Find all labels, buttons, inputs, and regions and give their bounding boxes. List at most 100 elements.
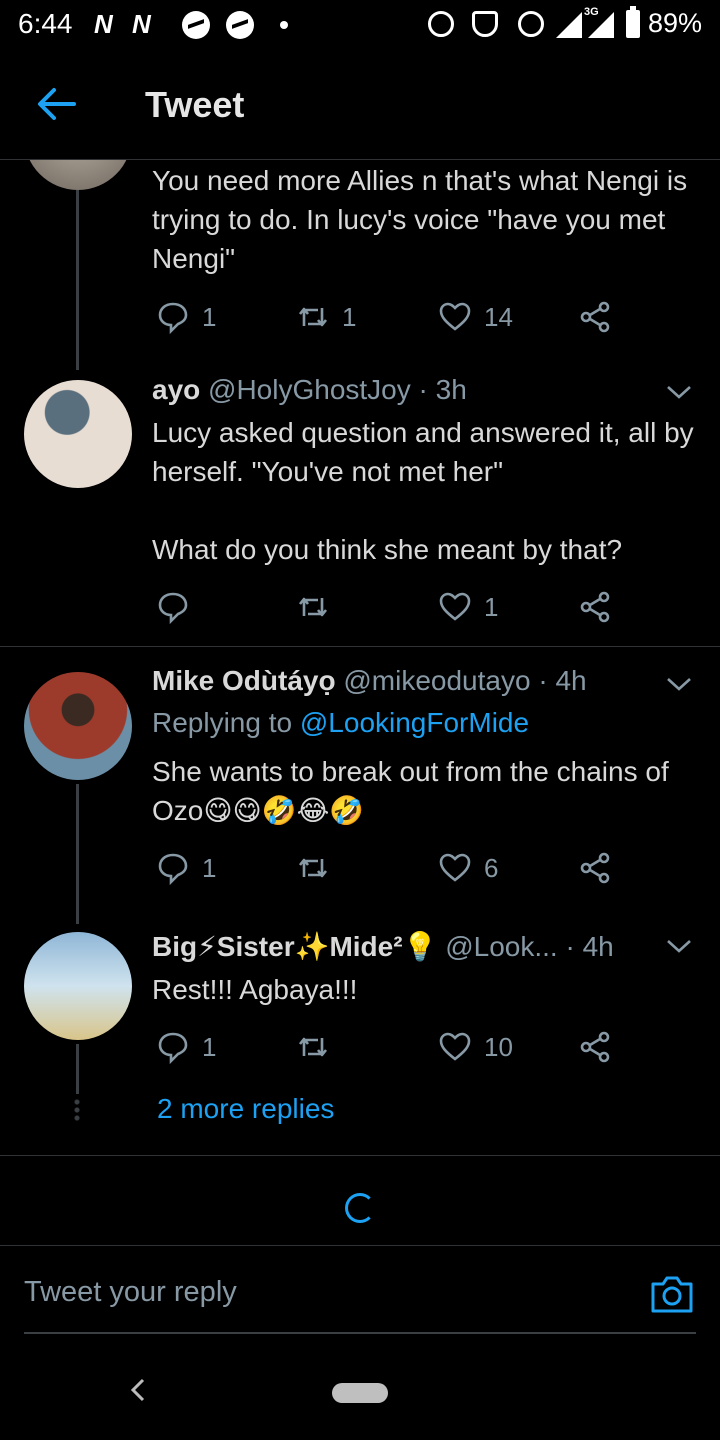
timestamp: · 4h bbox=[538, 665, 587, 696]
timestamp: · 3h bbox=[418, 374, 467, 405]
handle[interactable]: @mikeodutayo bbox=[343, 665, 530, 696]
reply-icon bbox=[158, 302, 188, 334]
timestamp: · 4h bbox=[565, 931, 614, 962]
tweet-text: Rest!!! Agbaya!!! bbox=[152, 974, 358, 1005]
nav-back-icon[interactable] bbox=[128, 1377, 148, 1403]
retweet-button[interactable] bbox=[296, 1027, 342, 1067]
retweet-icon bbox=[298, 597, 328, 617]
notifications-muted-icon bbox=[472, 11, 498, 37]
chevron-down-icon[interactable] bbox=[666, 676, 692, 692]
notification-n-icons: N N bbox=[94, 9, 157, 39]
chevron-down-icon[interactable] bbox=[666, 938, 692, 954]
heart-icon bbox=[439, 853, 471, 882]
retweet-icon bbox=[298, 858, 328, 878]
like-count: 1 bbox=[484, 591, 499, 622]
retweet-count: 1 bbox=[342, 301, 357, 332]
avatar[interactable] bbox=[24, 932, 132, 1040]
status-bar: 6:44 N N 3G 89% bbox=[0, 0, 720, 50]
reply-composer: Tweet your reply bbox=[0, 1245, 720, 1345]
more-notifications-dot bbox=[280, 21, 288, 29]
messenger-icon bbox=[226, 11, 254, 39]
handle[interactable]: @Look... bbox=[445, 931, 557, 962]
battery-percent: 89% bbox=[648, 8, 703, 38]
thread-dots bbox=[74, 1098, 80, 1122]
retweet-button[interactable] bbox=[296, 587, 342, 627]
nav-home-pill[interactable] bbox=[332, 1383, 388, 1403]
replying-prefix: Replying to bbox=[152, 707, 293, 738]
reply-icon bbox=[158, 592, 188, 624]
like-count: 10 bbox=[484, 1031, 513, 1062]
share-button[interactable] bbox=[578, 297, 612, 337]
share-icon bbox=[580, 591, 610, 623]
reply-button[interactable]: 1 bbox=[156, 297, 216, 337]
divider bbox=[0, 646, 720, 647]
reply-underline bbox=[24, 1332, 696, 1334]
like-button[interactable]: 1 bbox=[438, 587, 498, 627]
retweet-icon bbox=[298, 307, 328, 327]
display-name[interactable]: ayo bbox=[152, 374, 200, 405]
like-button[interactable]: 10 bbox=[438, 1027, 513, 1067]
network-label: 3G bbox=[584, 6, 599, 18]
like-button[interactable]: 6 bbox=[438, 848, 498, 888]
back-arrow-icon[interactable] bbox=[36, 86, 76, 122]
reply-count: 1 bbox=[202, 301, 217, 332]
thread-line bbox=[76, 784, 79, 924]
tweet-actions: 1 bbox=[156, 587, 636, 627]
tweet-meta: Mike Odùtáyọ @mikeodutayo · 4h bbox=[152, 665, 587, 697]
share-button[interactable] bbox=[578, 1027, 612, 1067]
replying-handle-link[interactable]: @LookingForMide bbox=[300, 707, 529, 738]
share-icon bbox=[580, 852, 610, 884]
camera-icon[interactable] bbox=[650, 1274, 694, 1314]
system-nav-bar bbox=[0, 1345, 720, 1440]
retweet-button[interactable] bbox=[296, 848, 342, 888]
share-icon bbox=[580, 301, 610, 333]
tweet-actions: 1 10 bbox=[156, 1027, 636, 1067]
do-not-disturb-icon bbox=[518, 11, 544, 37]
avatar[interactable] bbox=[24, 380, 132, 488]
heart-icon bbox=[439, 1032, 471, 1061]
page-title: Tweet bbox=[145, 84, 245, 125]
reply-count: 1 bbox=[202, 1031, 217, 1062]
retweet-icon bbox=[298, 1037, 328, 1057]
loading-spinner-icon bbox=[345, 1193, 375, 1223]
heart-icon bbox=[439, 592, 471, 621]
heart-icon bbox=[439, 302, 471, 331]
alarm-icon bbox=[428, 11, 454, 37]
share-button[interactable] bbox=[578, 848, 612, 888]
header-overlay: Tweet bbox=[0, 50, 720, 160]
handle[interactable]: @HolyGhostJoy bbox=[208, 374, 411, 405]
chevron-down-icon[interactable] bbox=[666, 384, 692, 400]
thread-line bbox=[76, 1044, 79, 1094]
tweet-actions: 1 6 bbox=[156, 848, 636, 888]
reply-count: 1 bbox=[202, 852, 217, 883]
like-count: 6 bbox=[484, 852, 499, 883]
battery-icon bbox=[626, 6, 640, 38]
divider bbox=[0, 1155, 720, 1156]
messenger-icon bbox=[182, 11, 210, 39]
tweet-meta: Big⚡Sister✨Mide²💡 @Look... · 4h bbox=[152, 930, 652, 963]
reply-button[interactable] bbox=[156, 587, 202, 627]
like-count: 14 bbox=[484, 301, 513, 332]
display-name[interactable]: Mike Odùtáyọ bbox=[152, 665, 336, 696]
like-button[interactable]: 14 bbox=[438, 297, 513, 337]
share-icon bbox=[580, 1031, 610, 1063]
reply-icon bbox=[158, 1032, 188, 1064]
replying-to: Replying to @LookingForMide bbox=[152, 707, 529, 739]
reply-icon bbox=[158, 853, 188, 885]
share-button[interactable] bbox=[578, 587, 612, 627]
thread-line bbox=[76, 190, 79, 370]
tweet-meta: ayo @HolyGhostJoy · 3h bbox=[152, 374, 467, 406]
display-name[interactable]: Big⚡Sister✨Mide²💡 bbox=[152, 931, 437, 962]
signal-icon bbox=[556, 12, 582, 38]
retweet-button[interactable]: 1 bbox=[296, 297, 356, 337]
tweet-text: You need more Allies n that's what Nengi… bbox=[152, 165, 688, 274]
reply-input[interactable]: Tweet your reply bbox=[24, 1276, 624, 1316]
tweet-text: She wants to break out from the chains o… bbox=[152, 756, 669, 826]
tweet-actions: 1 1 14 bbox=[156, 297, 636, 337]
more-replies-link[interactable]: 2 more replies bbox=[157, 1093, 334, 1125]
tweet-text: Lucy asked question and answered it, all… bbox=[152, 417, 694, 565]
reply-button[interactable]: 1 bbox=[156, 1027, 216, 1067]
reply-button[interactable]: 1 bbox=[156, 848, 216, 888]
status-time: 6:44 bbox=[18, 8, 73, 39]
avatar[interactable] bbox=[24, 672, 132, 780]
